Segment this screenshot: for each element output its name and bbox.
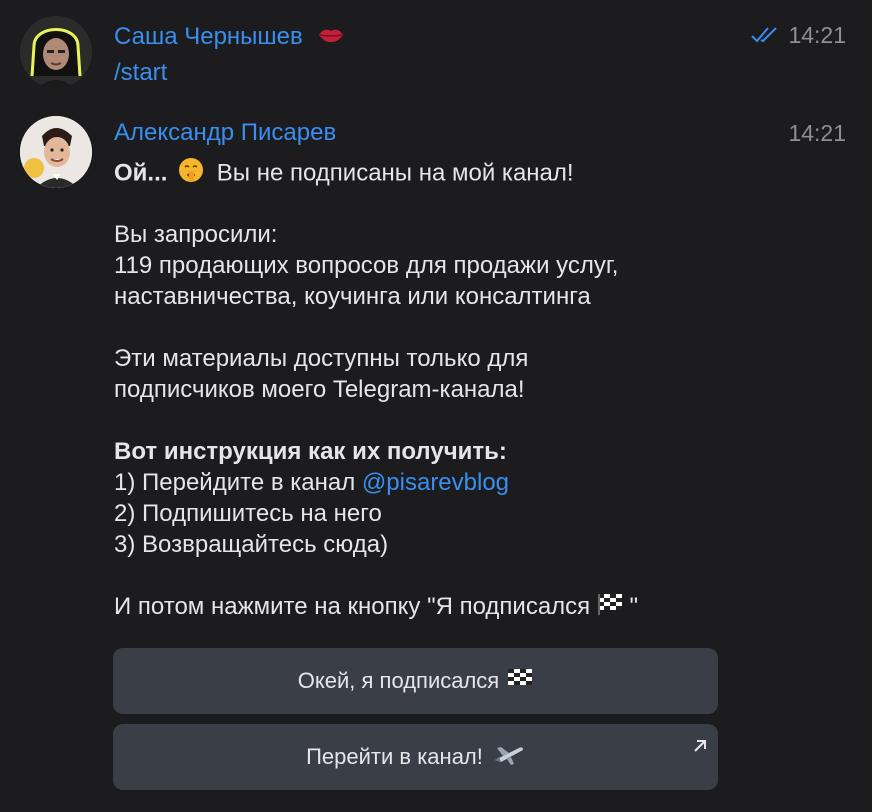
go-to-channel-button[interactable]: Перейти в канал! bbox=[113, 724, 718, 790]
avatar-pisarev[interactable] bbox=[20, 116, 92, 188]
message-pisarev: Александр Писарев 14:21 Ой... Вы не подп… bbox=[0, 100, 872, 812]
lips-emoji bbox=[317, 23, 345, 53]
message-time: 14:21 bbox=[788, 22, 846, 48]
intro-text: Вы не подписаны на мой канал! bbox=[216, 159, 574, 187]
sender-name[interactable]: Александр Писарев bbox=[114, 118, 336, 148]
double-check-icon bbox=[750, 26, 780, 44]
request-line: 119 продающих вопросов для продажи услуг… bbox=[114, 252, 619, 279]
final-instruction-suffix: " bbox=[622, 593, 639, 620]
request-line: наставничества, коучинга или консалтинга bbox=[114, 283, 591, 310]
checkered-flag-emoji bbox=[507, 668, 533, 694]
message-sasha: Саша Чернышев 14:21 /start bbox=[0, 0, 872, 100]
intro-bold-text: Ой... bbox=[114, 159, 168, 187]
checkered-flag-emoji bbox=[597, 592, 623, 623]
sender-name[interactable]: Саша Чернышев bbox=[114, 22, 345, 53]
step-2-text: 2) Подпишитесь на него bbox=[114, 500, 382, 527]
request-label: Вы запросили: bbox=[114, 221, 278, 248]
channel-button-label: Перейти в канал! bbox=[306, 744, 483, 769]
message-time: 14:21 bbox=[788, 120, 846, 146]
subscribed-button[interactable]: Окей, я подписался bbox=[113, 648, 718, 714]
final-instruction-text: И потом нажмите на кнопку "Я подписался bbox=[114, 593, 597, 620]
airplane-emoji bbox=[493, 742, 525, 772]
external-link-arrow-icon bbox=[692, 734, 708, 752]
step-3-text: 3) Возвращайтесь сюда) bbox=[114, 531, 389, 558]
step-1-text: 1) Перейдите в канал bbox=[114, 469, 362, 496]
materials-line: Эти материалы доступны только для bbox=[114, 345, 529, 372]
avatar-sasha[interactable] bbox=[20, 16, 92, 88]
shushing-face-emoji bbox=[178, 157, 204, 191]
materials-line: подписчиков моего Telegram-канала! bbox=[114, 376, 525, 403]
subscribed-button-label: Окей, я подписался bbox=[297, 668, 500, 693]
channel-mention-link[interactable]: @pisarevblog bbox=[362, 469, 509, 496]
instructions-title: Вот инструкция как их получить: bbox=[114, 438, 507, 465]
message-text: Ой... Вы не подписаны на мой канал! Вы з… bbox=[114, 157, 754, 622]
start-command-link[interactable]: /start bbox=[114, 58, 167, 88]
